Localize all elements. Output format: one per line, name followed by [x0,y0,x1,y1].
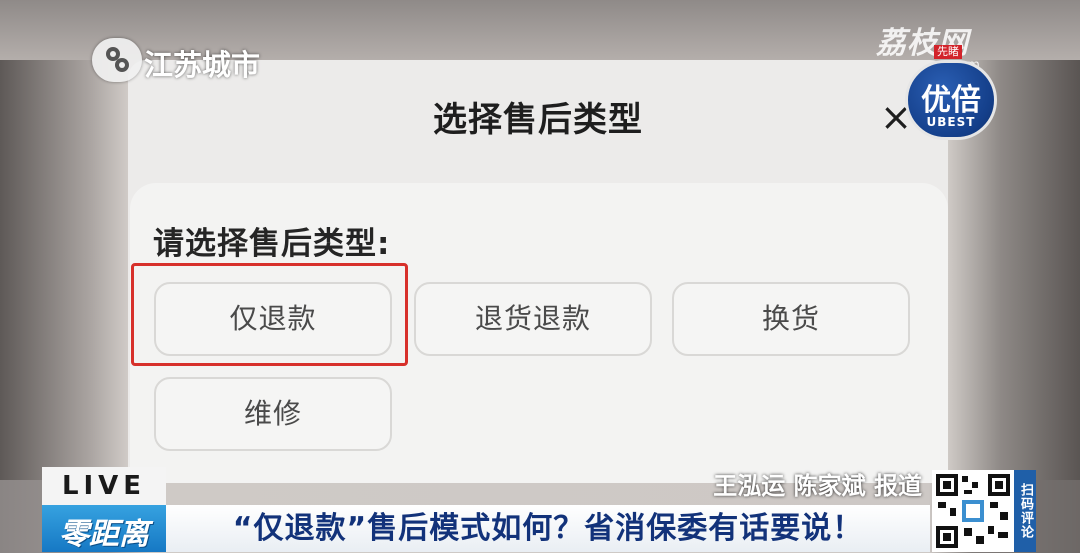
program-brand: 零距离 [42,505,166,552]
channel-logo-icon [92,38,142,82]
qr-label: 扫码评论 [1014,470,1036,552]
channel-logo: 江苏城市 [92,38,272,82]
qr-code-icon [932,470,1014,552]
option-return-and-refund[interactable]: 退货退款 [414,282,652,356]
ubest-sub-text: UBEST [926,115,976,129]
prompt-label: 请选择售后类型: [153,226,391,262]
option-exchange[interactable]: 换货 [672,282,910,356]
live-text: LIVE [61,471,147,501]
channel-name: 江苏城市 [144,48,261,82]
live-badge: LIVE [42,467,166,505]
red-highlight-box [131,263,408,366]
ubest-logo: 优倍 UBEST [905,60,997,140]
reporter-credit: 王泓运 陈家斌 报道 [713,472,922,500]
ubest-main-text: 优倍 [921,83,981,118]
headline-bar: “仅退款”售后模式如何？省消保委有话要说！ [166,505,930,552]
ubest-tag: 先睹 [934,45,962,59]
option-repair[interactable]: 维修 [154,377,392,451]
program-brand-text: 零距离 [59,517,149,552]
headline-text: “仅退款”售后模式如何？省消保委有话要说！ [232,511,864,546]
